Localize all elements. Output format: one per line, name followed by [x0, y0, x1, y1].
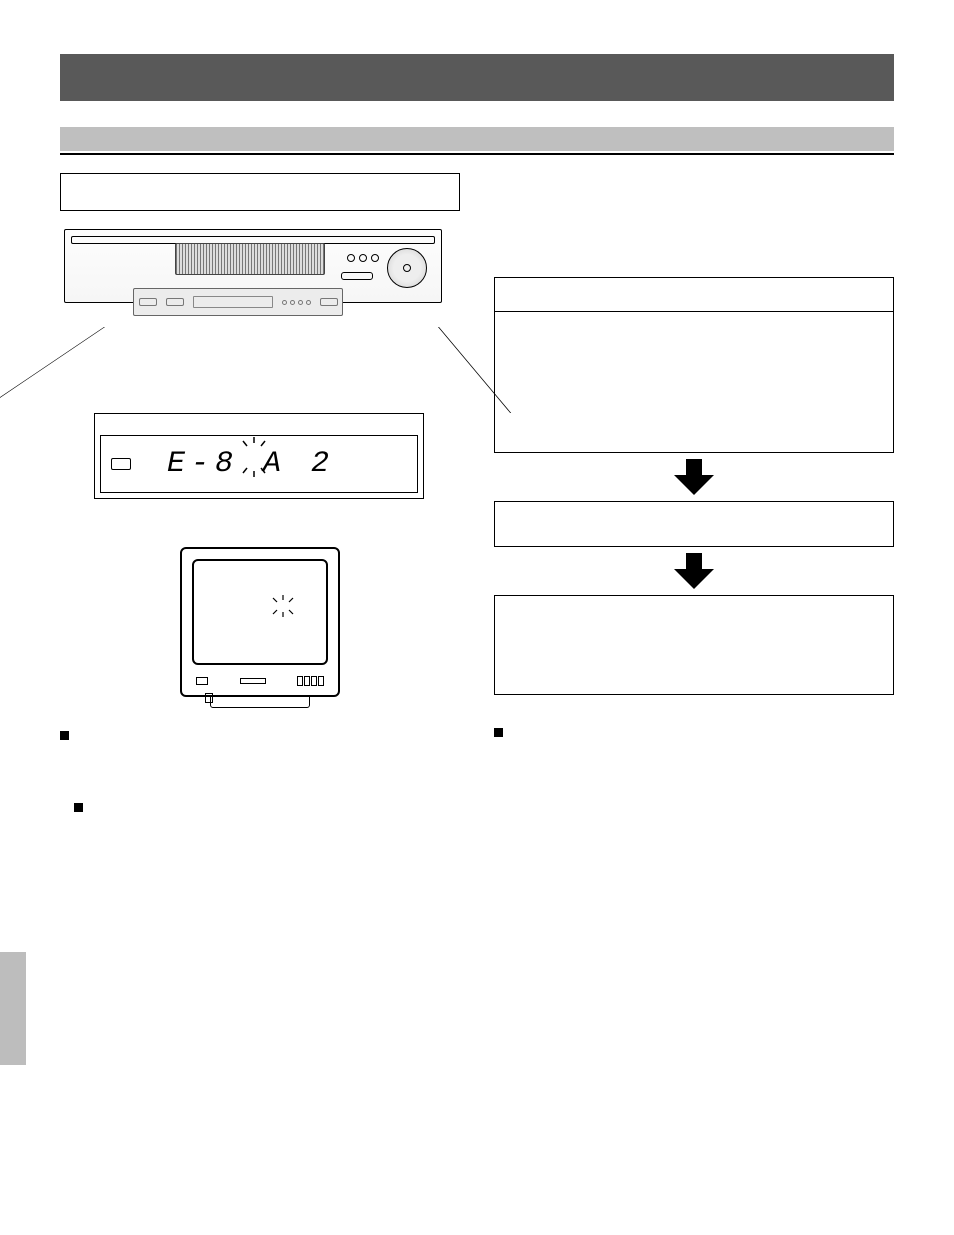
lcd-readout: E-8 A 2 — [167, 447, 335, 481]
lcd-text: E-8 A 2 — [167, 447, 335, 481]
tv-monitor-illustration — [180, 547, 340, 708]
dolby-icon — [111, 458, 131, 470]
down-arrow-icon — [674, 459, 714, 495]
flow-box-1-header — [495, 278, 893, 312]
title-box — [60, 173, 460, 211]
section-strip — [60, 127, 894, 151]
starburst-icon — [270, 595, 296, 617]
section-underline — [60, 153, 894, 155]
right-bullet-1 — [494, 725, 894, 737]
square-bullet-icon — [60, 731, 69, 740]
square-bullet-icon — [494, 728, 503, 737]
square-bullet-icon — [74, 803, 83, 812]
lcd-detail-box: E-8 A 2 — [94, 413, 424, 499]
flow-box-2 — [494, 501, 894, 547]
zoom-callout-lines — [94, 327, 424, 413]
vcr-illustration — [64, 229, 444, 339]
left-bullet-2 — [74, 800, 460, 812]
left-bullet-1 — [60, 728, 460, 740]
side-tab — [0, 952, 26, 1065]
down-arrow-icon — [674, 553, 714, 589]
header-bar — [60, 54, 894, 101]
flow-box-1 — [494, 277, 894, 453]
flow-box-3 — [494, 595, 894, 695]
